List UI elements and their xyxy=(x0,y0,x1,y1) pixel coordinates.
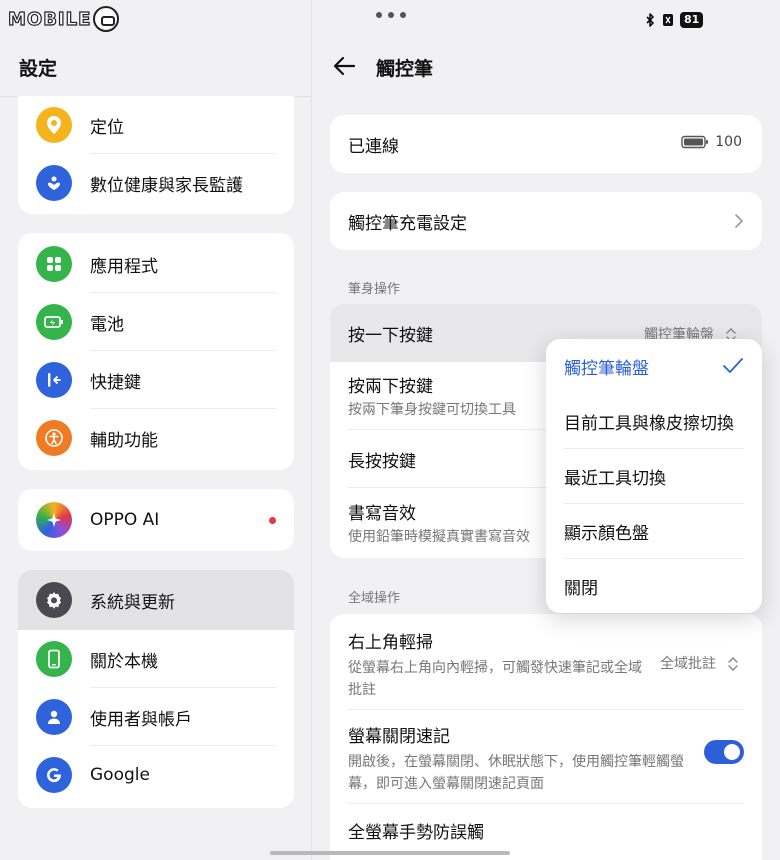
sidebar-item-label: 關於本機 xyxy=(90,651,158,672)
battery-full-icon xyxy=(681,135,709,149)
screen-off-memo-row[interactable]: 螢幕關閉速記 開啟後，在螢幕關閉、休眠狀態下，使用觸控筆輕觸螢幕，即可進入螢幕關… xyxy=(330,710,762,804)
section-label-global-actions: 全域操作 xyxy=(348,591,401,606)
charging-settings-row[interactable]: 觸控筆充電設定 xyxy=(330,192,762,250)
stylus-battery-value: 100 xyxy=(715,134,742,150)
sidebar-item-location[interactable]: 定位 xyxy=(18,96,294,154)
accessibility-icon xyxy=(36,420,72,456)
palm-rejection-row[interactable]: 全螢幕手勢防誤觸 xyxy=(330,804,762,856)
single-press-options-menu: 觸控筆輪盤 目前工具與橡皮擦切換 最近工具切換 顯示顏色盤 關閉 xyxy=(546,339,762,613)
connection-status-row: 已連線 100 xyxy=(330,115,762,173)
status-icons: 81 xyxy=(644,12,704,28)
sidebar-item-shortcuts[interactable]: 快捷鍵 xyxy=(18,351,294,409)
watermark: MOBILE xyxy=(7,6,120,32)
watermark-logo-icon xyxy=(93,6,120,32)
apps-grid-icon xyxy=(36,246,72,282)
settings-group-2: 應用程式 電池 快捷鍵 輔助功能 xyxy=(18,233,294,470)
sidebar-item-label: 電池 xyxy=(90,314,124,335)
global-actions-card: 右上角輕掃 從螢幕右上角向內輕掃，可觸發快速筆記或全域批註 全域批註 螢幕關閉速… xyxy=(330,614,762,860)
watermark-text: MOBILE xyxy=(7,8,92,30)
sidebar-item-label: 快捷鍵 xyxy=(90,372,141,393)
palm-rejection-label: 全螢幕手勢防誤觸 xyxy=(348,822,484,843)
checkmark-icon xyxy=(723,358,743,373)
chevron-right-icon xyxy=(735,214,744,228)
section-label-pen-actions: 筆身操作 xyxy=(348,282,401,297)
sidebar-item-label: 定位 xyxy=(90,117,124,138)
home-indicator[interactable] xyxy=(270,851,510,855)
settings-sidebar: MOBILE 設定 定位 數位健康與家長監護 應用程式 電池 快捷鍵 輔助功能 … xyxy=(0,0,312,860)
screen-off-memo-toggle[interactable] xyxy=(704,740,744,764)
connection-status-label: 已連線 xyxy=(348,136,399,157)
heart-icon xyxy=(36,165,72,201)
stylus-status-icon xyxy=(663,14,673,26)
settings-group-3: OPPO AI xyxy=(18,489,294,551)
notification-dot xyxy=(269,517,276,524)
settings-group-4: 系統與更新 關於本機 使用者與帳戶 Google xyxy=(18,570,294,808)
sidebar-item-accessibility[interactable]: 輔助功能 xyxy=(18,409,294,467)
sidebar-item-system-update[interactable]: 系統與更新 xyxy=(18,570,294,630)
chevron-up-down-icon xyxy=(728,656,738,671)
gear-icon xyxy=(36,582,72,618)
double-press-label: 按兩下按鍵 xyxy=(348,376,433,397)
charging-settings-label: 觸控筆充電設定 xyxy=(348,213,467,234)
stylus-battery: 100 xyxy=(681,134,742,150)
battery-level-badge: 81 xyxy=(680,12,704,28)
single-press-label: 按一下按鍵 xyxy=(348,325,433,346)
multitask-dots-icon[interactable] xyxy=(376,12,406,18)
sidebar-item-label: 系統與更新 xyxy=(90,592,175,613)
sidebar-item-users-accounts[interactable]: 使用者與帳戶 xyxy=(18,688,294,746)
double-press-description: 按兩下筆身按鍵可切換工具 xyxy=(348,401,516,418)
corner-swipe-value: 全域批註 xyxy=(660,653,739,673)
connection-card: 已連線 100 xyxy=(330,115,762,173)
screen-off-memo-description: 開啟後，在螢幕關閉、休眠狀態下，使用觸控筆輕觸螢幕，即可進入螢幕關閉速記頁面 xyxy=(348,754,684,792)
phone-icon xyxy=(36,641,72,677)
battery-icon xyxy=(36,304,72,340)
sidebar-item-label: 應用程式 xyxy=(90,256,158,277)
corner-swipe-label: 右上角輕掃 xyxy=(348,633,433,653)
sidebar-item-about-phone[interactable]: 關於本機 xyxy=(18,630,294,688)
sidebar-item-battery[interactable]: 電池 xyxy=(18,293,294,351)
back-arrow-icon[interactable] xyxy=(330,52,358,80)
menu-option-recent-tool-switch[interactable]: 最近工具切換 xyxy=(546,449,762,504)
writing-sound-description: 使用鉛筆時模擬真實書寫音效 xyxy=(348,528,530,545)
settings-group-1: 定位 數位健康與家長監護 xyxy=(18,96,294,214)
sidebar-item-digital-wellbeing[interactable]: 數位健康與家長監護 xyxy=(18,154,294,212)
sidebar-item-label: OPPO AI xyxy=(90,510,160,530)
shortcut-icon xyxy=(36,362,72,398)
sidebar-item-label: 使用者與帳戶 xyxy=(90,709,192,730)
menu-option-tool-eraser-switch[interactable]: 目前工具與橡皮擦切換 xyxy=(546,394,762,449)
corner-swipe-description: 從螢幕右上角向內輕掃，可觸發快速筆記或全域批註 xyxy=(348,660,642,698)
menu-option-stylus-wheel[interactable]: 觸控筆輪盤 xyxy=(546,339,762,394)
writing-sound-label: 書寫音效 xyxy=(348,503,416,524)
settings-title: 設定 xyxy=(19,58,58,80)
menu-option-show-color-palette[interactable]: 顯示顏色盤 xyxy=(546,504,762,559)
location-icon xyxy=(36,107,72,143)
long-press-label: 長按按鍵 xyxy=(348,451,416,472)
sidebar-item-label: Google xyxy=(90,765,150,785)
sidebar-item-oppo-ai[interactable]: OPPO AI xyxy=(18,491,294,549)
bluetooth-icon xyxy=(646,13,654,27)
menu-option-off[interactable]: 關閉 xyxy=(546,559,762,613)
sidebar-item-label: 數位健康與家長監護 xyxy=(90,175,243,196)
user-icon xyxy=(36,699,72,735)
corner-swipe-row[interactable]: 右上角輕掃 從螢幕右上角向內輕掃，可觸發快速筆記或全域批註 全域批註 xyxy=(330,614,762,710)
sidebar-item-label: 輔助功能 xyxy=(90,430,158,451)
sidebar-item-apps[interactable]: 應用程式 xyxy=(18,235,294,293)
sidebar-item-google[interactable]: Google xyxy=(18,746,294,804)
page-title: 觸控筆 xyxy=(376,58,434,80)
charging-card: 觸控筆充電設定 xyxy=(330,192,762,250)
ai-sparkle-icon xyxy=(36,502,72,538)
google-icon xyxy=(36,757,72,793)
screen-off-memo-label: 螢幕關閉速記 xyxy=(348,727,450,747)
